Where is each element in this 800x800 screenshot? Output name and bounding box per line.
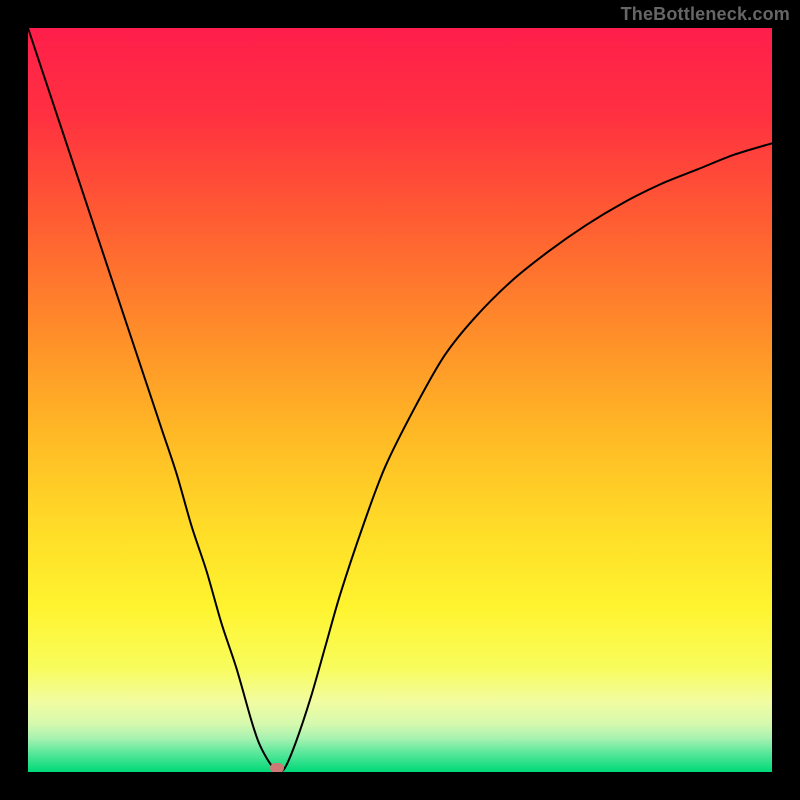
chart-frame: TheBottleneck.com bbox=[0, 0, 800, 800]
watermark-text: TheBottleneck.com bbox=[621, 4, 790, 25]
chart-svg bbox=[28, 28, 772, 772]
plot-area bbox=[28, 28, 772, 772]
optimum-marker bbox=[270, 763, 284, 772]
gradient-background bbox=[28, 28, 772, 772]
